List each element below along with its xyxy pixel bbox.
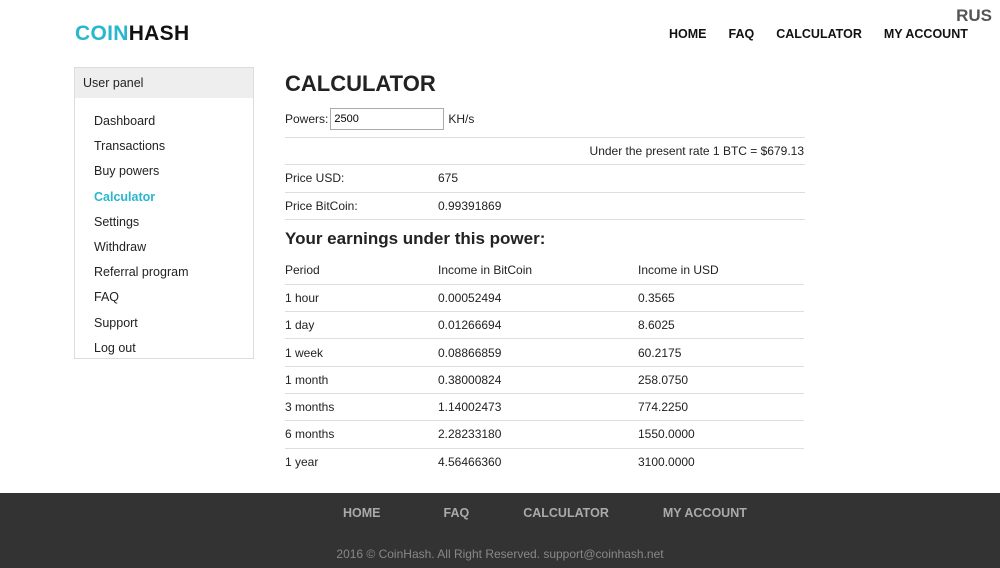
usd-income-cell: 8.6025 (638, 311, 804, 340)
usd-income-cell: 0.3565 (638, 284, 804, 313)
sidebar-item-label[interactable]: Calculator (94, 190, 155, 204)
btc-income-cell: 4.56466360 (438, 454, 502, 469)
logo-part-coin: COIN (75, 22, 129, 45)
table-header-row: Period Income in BitCoin Income in USD (285, 257, 804, 285)
period-cell: 1 year (285, 454, 319, 469)
sidebar-item-label[interactable]: Log out (94, 341, 136, 355)
sidebar-item-label[interactable]: Transactions (94, 139, 165, 153)
footer-nav-calculator[interactable]: CALCULATOR (523, 506, 609, 520)
btc-income-cell: 2.28233180 (438, 420, 638, 449)
logo[interactable]: COINHASH (75, 22, 189, 46)
sidebar-menu: Dashboard Transactions Buy powers Calcul… (75, 98, 253, 361)
table-row: 1 day 0.01266694 8.6025 (285, 311, 804, 340)
price-usd-label: Price USD: (285, 171, 345, 186)
logo-part-hash: HASH (128, 22, 190, 45)
sidebar-item-dashboard[interactable]: Dashboard (75, 109, 253, 134)
btc-income-cell: 0.01266694 (438, 311, 638, 340)
sidebar-item-withdraw[interactable]: Withdraw (75, 235, 253, 260)
sidebar-item-support[interactable]: Support (75, 311, 253, 336)
column-header: Income in BitCoin (438, 257, 638, 285)
btc-income-cell: 0.00052494 (438, 284, 638, 313)
footer-nav-home[interactable]: HOME (343, 506, 381, 520)
table-row: 1 year 4.56466360 3100.0000 (285, 448, 804, 475)
table-row: 1 hour 0.00052494 0.3565 (285, 284, 804, 313)
btc-income-cell: 0.08866859 (438, 338, 638, 367)
user-panel-sidebar: User panel Dashboard Transactions Buy po… (74, 67, 254, 359)
nav-faq[interactable]: FAQ (729, 27, 755, 41)
powers-input[interactable] (330, 107, 445, 130)
period-cell: 1 hour (285, 284, 438, 313)
price-btc-row: Price BitCoin: 0.99391869 (285, 193, 805, 220)
btc-rate-text: Under the present rate 1 BTC = $679.13 (285, 138, 805, 165)
sidebar-item-label[interactable]: FAQ (94, 290, 119, 304)
btc-income-cell: 1.14002473 (438, 393, 638, 422)
copyright-text: 2016 © CoinHash. All Right Reserved. sup… (336, 547, 664, 561)
powers-unit: KH/s (448, 111, 475, 126)
top-nav: HOME FAQ CALCULATOR MY ACCOUNT (669, 27, 990, 41)
sidebar-item-label[interactable]: Buy powers (94, 164, 159, 178)
sidebar-item-referral-program[interactable]: Referral program (75, 260, 253, 285)
usd-income-cell: 3100.0000 (638, 454, 695, 469)
usd-income-cell: 60.2175 (638, 338, 804, 367)
footer-nav-faq[interactable]: FAQ (444, 506, 470, 520)
earnings-table: Period Income in BitCoin Income in USD 1… (285, 257, 804, 475)
sidebar-item-label[interactable]: Dashboard (94, 114, 155, 128)
price-usd-row: Price USD: 675 (285, 165, 805, 193)
column-header: Income in USD (638, 257, 804, 285)
period-cell: 3 months (285, 393, 438, 422)
btc-income-cell: 0.38000824 (438, 366, 638, 394)
calculator-main: CALCULATOR Powers: KH/s Under the presen… (285, 67, 805, 475)
nav-my-account[interactable]: MY ACCOUNT (884, 27, 968, 41)
sidebar-item-settings[interactable]: Settings (75, 210, 253, 235)
footer-nav: HOME FAQ CALCULATOR MY ACCOUNT (343, 506, 747, 520)
price-btc-label: Price BitCoin: (285, 198, 358, 213)
powers-row: Powers: KH/s (285, 100, 805, 138)
table-row: 1 month 0.38000824 258.0750 (285, 366, 804, 394)
price-btc-value: 0.99391869 (438, 198, 502, 213)
footer-nav-my-account[interactable]: MY ACCOUNT (663, 506, 747, 520)
sidebar-item-faq[interactable]: FAQ (75, 285, 253, 310)
column-header: Period (285, 257, 438, 285)
nav-calculator[interactable]: CALCULATOR (776, 27, 862, 41)
sidebar-item-label[interactable]: Support (94, 316, 138, 330)
footer: HOME FAQ CALCULATOR MY ACCOUNT 2016 © Co… (0, 493, 1000, 568)
period-cell: 1 week (285, 338, 438, 367)
table-row: 1 week 0.08866859 60.2175 (285, 338, 804, 367)
sidebar-item-calculator[interactable]: Calculator (75, 185, 253, 210)
page-title: CALCULATOR (285, 71, 436, 96)
language-switch[interactable]: RUS (956, 6, 992, 26)
usd-income-cell: 1550.0000 (638, 420, 804, 449)
earnings-title: Your earnings under this power: (285, 229, 546, 248)
sidebar-item-label[interactable]: Referral program (94, 265, 188, 279)
period-cell: 1 month (285, 366, 438, 394)
sidebar-title: User panel (75, 68, 253, 98)
powers-label: Powers: (285, 111, 329, 126)
period-cell: 1 day (285, 311, 438, 340)
sidebar-item-label[interactable]: Settings (94, 215, 139, 229)
sidebar-item-transactions[interactable]: Transactions (75, 134, 253, 159)
nav-home[interactable]: HOME (669, 27, 707, 41)
sidebar-item-log-out[interactable]: Log out (75, 336, 253, 361)
sidebar-item-buy-powers[interactable]: Buy powers (75, 159, 253, 184)
usd-income-cell: 258.0750 (638, 366, 804, 394)
period-cell: 6 months (285, 420, 438, 449)
usd-income-cell: 774.2250 (638, 393, 804, 422)
price-usd-value: 675 (438, 171, 459, 186)
table-row: 6 months 2.28233180 1550.0000 (285, 420, 804, 449)
table-row: 3 months 1.14002473 774.2250 (285, 393, 804, 422)
sidebar-item-label[interactable]: Withdraw (94, 240, 146, 254)
